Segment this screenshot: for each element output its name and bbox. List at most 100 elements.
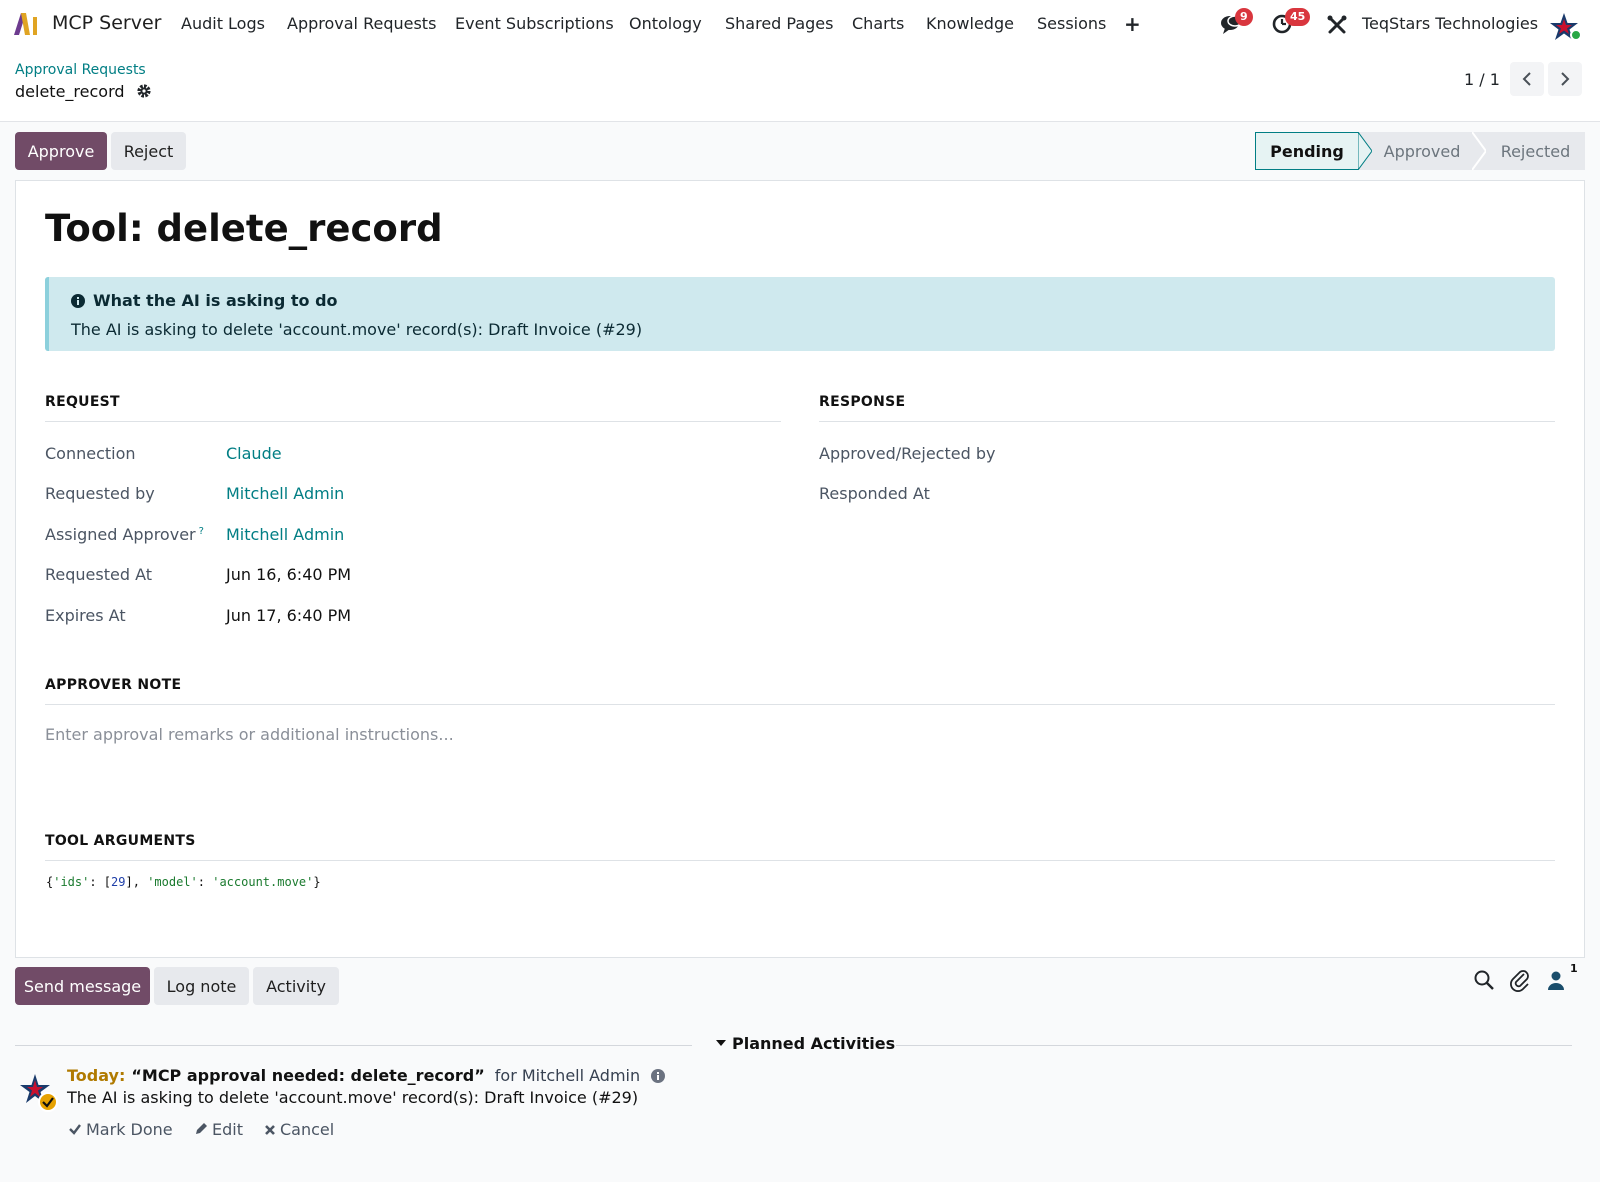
status-bar: Pending Approved Rejected xyxy=(1255,132,1585,170)
connection-value-link[interactable]: Claude xyxy=(226,444,282,463)
edit-activity-button[interactable]: Edit xyxy=(194,1120,243,1139)
gear-icon[interactable] xyxy=(136,83,152,99)
add-menu-plus-icon[interactable]: + xyxy=(1124,14,1141,34)
planned-divider-left xyxy=(15,1045,692,1046)
requested-at-value: Jun 16, 6:40 PM xyxy=(226,565,352,584)
planned-divider-right xyxy=(896,1045,1572,1046)
activity-due-label: Today: xyxy=(67,1066,126,1085)
menu-event-subscriptions[interactable]: Event Subscriptions xyxy=(455,14,614,33)
menu-knowledge[interactable]: Knowledge xyxy=(926,14,1014,33)
online-status-dot xyxy=(1570,29,1582,41)
code-separator: ], xyxy=(125,875,148,889)
form-sheet: Tool: delete_record What the AI is askin… xyxy=(15,180,1585,958)
caret-down-icon xyxy=(716,1040,726,1046)
cancel-activity-button[interactable]: Cancel xyxy=(264,1120,334,1139)
pencil-icon xyxy=(196,1123,207,1134)
app-logo-icon[interactable] xyxy=(12,11,40,37)
chatter-toolbar: Send message Log note Activity 1 xyxy=(0,960,1600,1010)
alert-body: The AI is asking to delete 'account.move… xyxy=(71,320,643,339)
status-rejected-label: Rejected xyxy=(1500,141,1571,161)
code-ids-value: 29 xyxy=(111,875,126,889)
planned-activities-toggle[interactable]: Planned Activities xyxy=(716,1034,895,1053)
status-pending-label: Pending xyxy=(1270,141,1344,161)
assigned-approver-label: Assigned Approver? xyxy=(45,525,204,544)
activity-note: The AI is asking to delete 'account.move… xyxy=(67,1088,639,1107)
tool-arguments-section-title: TOOL ARGUMENTS xyxy=(45,833,196,849)
debug-tools-button[interactable] xyxy=(1326,14,1352,40)
status-arrow-separator xyxy=(1472,132,1486,170)
approved-rejected-by-label: Approved/Rejected by xyxy=(819,444,996,463)
connection-label: Connection xyxy=(45,444,136,463)
top-navbar: MCP Server Audit Logs Approval Requests … xyxy=(0,0,1600,50)
assigned-approver-value-link[interactable]: Mitchell Admin xyxy=(226,525,344,544)
activity-summary: “MCP approval needed: delete_record” xyxy=(131,1066,485,1085)
reject-button[interactable]: Reject xyxy=(111,132,186,170)
status-step-pending[interactable]: Pending xyxy=(1255,132,1358,170)
menu-audit-logs[interactable]: Audit Logs xyxy=(181,14,265,33)
pager-value[interactable]: 1 / 1 xyxy=(1464,70,1500,89)
tools-icon xyxy=(1327,15,1347,34)
followers-count: 1 xyxy=(1570,962,1578,975)
response-section-title: RESPONSE xyxy=(819,394,906,410)
messages-button[interactable]: 9 xyxy=(1219,8,1253,36)
company-switcher[interactable]: TeqStars Technologies xyxy=(1362,14,1538,33)
check-icon xyxy=(69,1124,81,1135)
code-model-value: 'account.move' xyxy=(212,875,314,889)
paperclip-icon[interactable] xyxy=(1508,968,1532,992)
info-circle-icon xyxy=(71,294,85,308)
menu-sessions[interactable]: Sessions xyxy=(1037,14,1106,33)
request-section-rule xyxy=(45,421,781,422)
info-alert: What the AI is asking to do The AI is as… xyxy=(45,277,1555,351)
help-tooltip-icon[interactable]: ? xyxy=(199,526,204,537)
mark-done-button[interactable]: Mark Done xyxy=(68,1120,173,1139)
requested-at-label: Requested At xyxy=(45,565,153,584)
status-step-approved[interactable]: Approved xyxy=(1372,132,1472,170)
code-key-ids: 'ids' xyxy=(53,875,90,889)
code-close-brace: } xyxy=(313,875,321,889)
activity-button[interactable]: Activity xyxy=(253,967,339,1005)
tool-arguments-rule xyxy=(45,860,1555,861)
code-separator: : xyxy=(197,875,213,889)
send-message-button[interactable]: Send message xyxy=(15,967,150,1005)
pager-previous-button[interactable] xyxy=(1510,62,1544,96)
followers-user-icon[interactable] xyxy=(1544,968,1568,992)
log-note-button[interactable]: Log note xyxy=(154,967,249,1005)
expires-at-label: Expires At xyxy=(45,606,126,625)
menu-ontology[interactable]: Ontology xyxy=(629,14,702,33)
tool-arguments-code: {'ids': [29], 'model': 'account.move'} xyxy=(46,875,321,889)
expires-at-value: Jun 17, 6:40 PM xyxy=(226,606,352,625)
status-arrow-separator xyxy=(1358,132,1372,170)
mark-done-label: Mark Done xyxy=(86,1120,173,1139)
pager-next-button[interactable] xyxy=(1548,62,1582,96)
request-section-title: REQUEST xyxy=(45,394,120,410)
response-section-rule xyxy=(819,421,1555,422)
menu-approval-requests[interactable]: Approval Requests xyxy=(287,14,436,33)
menu-charts[interactable]: Charts xyxy=(852,14,904,33)
activity-assignee: for Mitchell Admin xyxy=(494,1066,641,1085)
status-step-rejected[interactable]: Rejected xyxy=(1486,132,1585,170)
info-circle-icon[interactable] xyxy=(651,1069,666,1083)
cancel-label: Cancel xyxy=(280,1120,335,1139)
requested-by-value-link[interactable]: Mitchell Admin xyxy=(226,484,344,503)
responded-at-label: Responded At xyxy=(819,484,930,503)
approver-note-section-title: APPROVER NOTE xyxy=(45,677,182,693)
edit-label: Edit xyxy=(212,1120,243,1139)
breadcrumb-parent-link[interactable]: Approval Requests xyxy=(15,62,146,78)
approver-note-input[interactable] xyxy=(45,719,1555,749)
approver-note-rule xyxy=(45,704,1555,705)
status-approved-label: Approved xyxy=(1383,141,1461,161)
search-icon[interactable] xyxy=(1472,968,1496,992)
menu-shared-pages[interactable]: Shared Pages xyxy=(725,14,833,33)
app-name[interactable]: MCP Server xyxy=(52,12,161,34)
approve-button[interactable]: Approve xyxy=(15,132,107,170)
assigned-approver-label-text: Assigned Approver xyxy=(45,525,196,544)
record-title: Tool: delete_record xyxy=(45,207,443,250)
messages-count-badge: 9 xyxy=(1235,8,1253,26)
chevron-left-icon xyxy=(1522,72,1531,86)
activity-header: Today: “MCP approval needed: delete_recor… xyxy=(67,1066,666,1085)
code-key-model: 'model' xyxy=(147,875,198,889)
planned-activities-title: Planned Activities xyxy=(732,1034,896,1053)
control-panel: Approval Requests delete_record 1 / 1 xyxy=(0,50,1600,122)
alert-heading: What the AI is asking to do xyxy=(71,291,338,310)
activities-button[interactable]: 45 xyxy=(1271,8,1311,36)
